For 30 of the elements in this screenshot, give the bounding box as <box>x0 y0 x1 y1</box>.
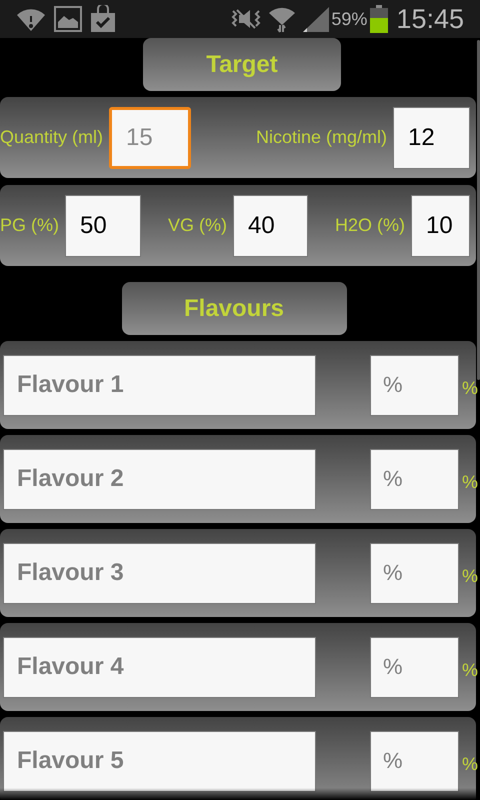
battery-percent: 59% <box>331 8 368 30</box>
flavour-name-field[interactable]: Flavour 5 <box>3 730 316 792</box>
percent-field[interactable]: % <box>370 354 459 416</box>
input-field[interactable]: 40 <box>233 194 308 256</box>
flavour-name-field[interactable]: Flavour 1 <box>3 354 316 416</box>
percent-field[interactable]: % <box>370 636 459 698</box>
section-header: Target <box>143 38 341 91</box>
input-field[interactable]: 12 <box>393 106 470 168</box>
field-label: VG (%) <box>168 214 227 237</box>
clock-time: 15:45 <box>396 2 464 36</box>
section-header: Flavours <box>122 282 346 335</box>
signal-icon <box>302 5 330 33</box>
battery-icon <box>370 5 388 33</box>
flavour-name-field[interactable]: Flavour 3 <box>3 542 316 604</box>
field-label: H2O (%) <box>334 214 405 237</box>
input-field[interactable]: 15 <box>109 106 192 168</box>
input-field[interactable]: 50 <box>65 194 142 256</box>
field-label: PG (%) <box>0 214 60 237</box>
image-icon <box>54 6 82 32</box>
field-label: Nicotine (mg/ml) <box>256 126 387 149</box>
wifi-icon <box>268 5 296 33</box>
percent-field[interactable]: % <box>370 542 459 604</box>
shopping-bag-icon <box>90 5 116 33</box>
input-field[interactable]: 10 <box>410 194 470 256</box>
flavour-name-field[interactable]: Flavour 4 <box>3 636 316 698</box>
percent-field[interactable]: % <box>370 448 459 510</box>
field-label: Quantity (ml) <box>0 126 104 149</box>
mute-vibrate-icon <box>230 7 262 31</box>
percent-field[interactable]: % <box>370 730 459 792</box>
flavour-name-field[interactable]: Flavour 2 <box>3 448 316 510</box>
